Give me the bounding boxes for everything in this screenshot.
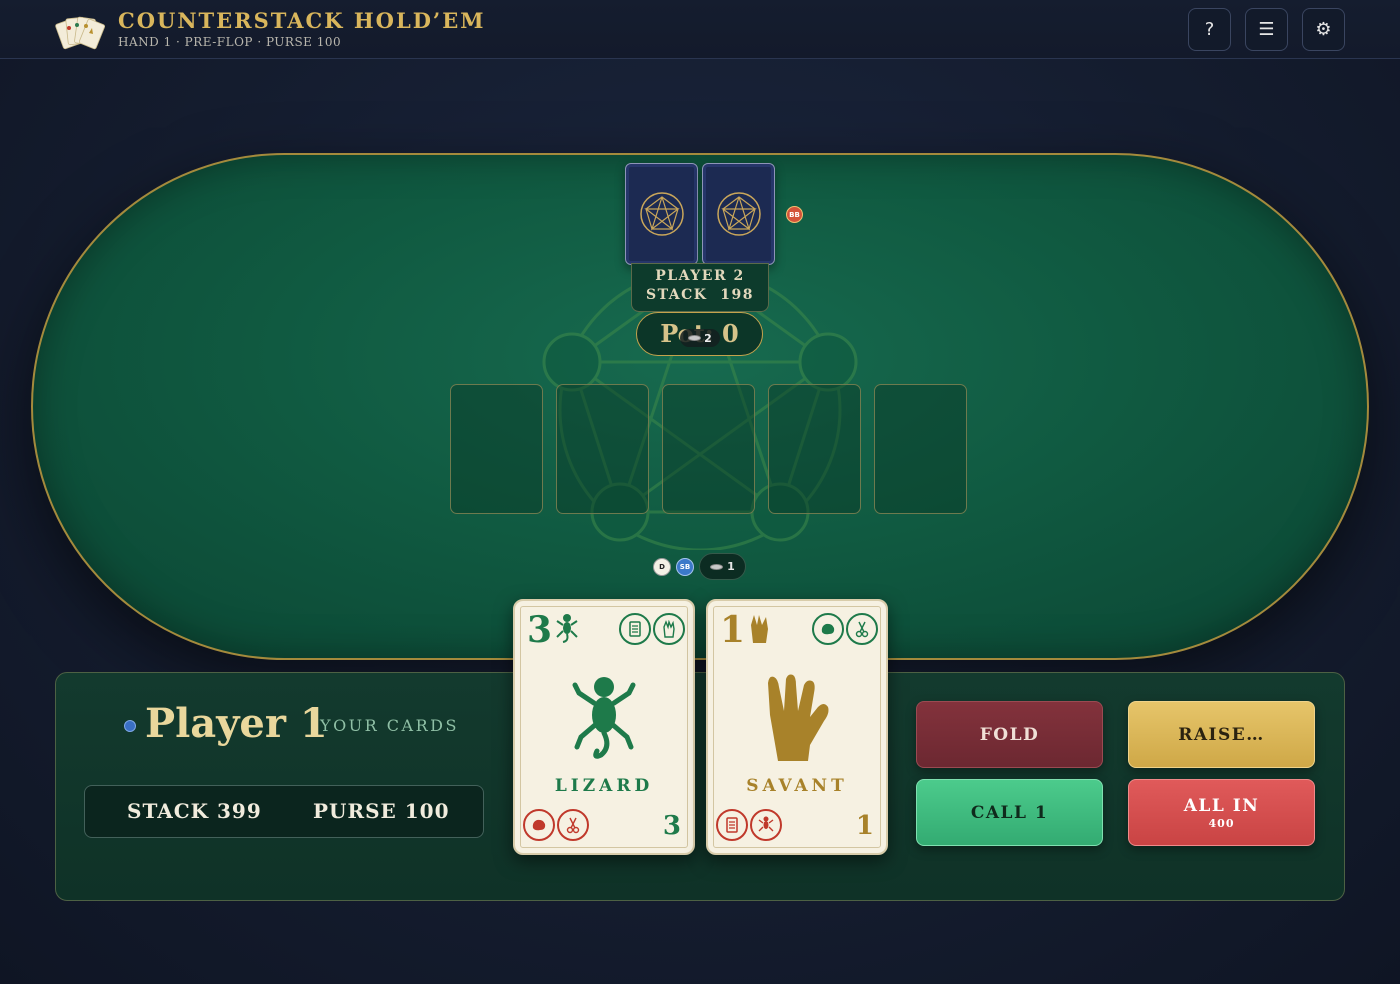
community-card-slot bbox=[874, 384, 967, 514]
call-label: CALL 1 bbox=[970, 802, 1049, 823]
raise-label: RAISE… bbox=[1178, 724, 1265, 745]
help-button[interactable]: ? bbox=[1188, 8, 1231, 51]
cards-fan-logo bbox=[55, 16, 105, 50]
raise-button[interactable]: RAISE… bbox=[1128, 701, 1315, 768]
call-button[interactable]: CALL 1 bbox=[916, 779, 1103, 846]
card-rank-bottom: 1 bbox=[855, 811, 874, 841]
settings-button[interactable]: ⚙ bbox=[1302, 8, 1345, 51]
opponent-card-back bbox=[702, 163, 775, 265]
scissors-icon bbox=[557, 809, 589, 841]
paper-icon bbox=[619, 613, 651, 645]
opponent-stack-value: 198 bbox=[720, 287, 754, 303]
hand-status: HAND 1 · PRE-FLOP · PURSE 100 bbox=[118, 35, 342, 49]
player-bet-amount: 1 bbox=[727, 560, 735, 573]
opponent-info: PLAYER 2 STACK 198 bbox=[631, 263, 769, 312]
active-player-indicator bbox=[124, 720, 136, 732]
card-rank-bottom: 3 bbox=[662, 811, 681, 841]
scissors-icon bbox=[846, 613, 878, 645]
all-in-button[interactable]: ALL IN 400 bbox=[1128, 779, 1315, 846]
lizard-art-icon bbox=[572, 677, 636, 759]
card-back-emblem-icon bbox=[639, 192, 684, 236]
top-bar: COUNTERSTACK HOLD’EM HAND 1 · PRE-FLOP ·… bbox=[0, 0, 1400, 59]
menu-button[interactable]: ☰ bbox=[1245, 8, 1288, 51]
player-purse: PURSE 100 bbox=[313, 799, 450, 823]
community-card-slot bbox=[450, 384, 543, 514]
opponent-stack: STACK 198 bbox=[632, 286, 768, 305]
player-stack-box: STACK 399 PURSE 100 bbox=[84, 785, 484, 838]
rock-icon bbox=[523, 809, 555, 841]
hole-card-lizard[interactable]: 3 LIZARD 3 bbox=[513, 599, 695, 855]
card-name: LIZARD bbox=[554, 776, 654, 796]
hole-card-savant[interactable]: 1 SAVANT 1 bbox=[706, 599, 888, 855]
small-blind-badge: SB bbox=[676, 558, 694, 576]
spock-hand-icon bbox=[751, 615, 768, 643]
dealer-badge: D bbox=[653, 558, 671, 576]
opponent-bet-amount: 2 bbox=[704, 331, 712, 345]
fold-label: FOLD bbox=[979, 724, 1040, 745]
big-blind-badge: BB bbox=[786, 206, 803, 223]
all-in-label: ALL IN bbox=[1183, 795, 1260, 816]
community-card-slot bbox=[768, 384, 861, 514]
chip-icon bbox=[710, 563, 724, 570]
chip-icon bbox=[688, 335, 702, 341]
player-bet-chip: 1 bbox=[699, 553, 746, 580]
card-back-emblem-icon bbox=[716, 192, 761, 236]
spock-icon bbox=[653, 613, 685, 645]
opponent-stack-label: STACK bbox=[646, 287, 708, 303]
community-card-slot bbox=[662, 384, 755, 514]
player-stack: STACK 399 bbox=[127, 799, 262, 823]
lizard-icon bbox=[750, 809, 782, 841]
rock-icon bbox=[812, 613, 844, 645]
opponent-card-back bbox=[625, 163, 698, 265]
all-in-amount: 400 bbox=[1208, 816, 1235, 830]
your-cards-label: YOUR CARDS bbox=[320, 716, 459, 735]
app-title: COUNTERSTACK HOLD’EM bbox=[118, 8, 486, 33]
lizard-icon bbox=[556, 614, 578, 643]
community-card-slot bbox=[556, 384, 649, 514]
opponent-name: PLAYER 2 bbox=[655, 268, 745, 284]
paper-icon bbox=[716, 809, 748, 841]
opponent-bet-chip: 2 bbox=[680, 329, 720, 347]
card-name: SAVANT bbox=[746, 776, 848, 796]
card-rank: 3 bbox=[527, 609, 553, 651]
savant-hand-art-icon bbox=[768, 674, 829, 761]
card-rank: 1 bbox=[720, 609, 746, 651]
player-name: Player 1 bbox=[145, 700, 328, 747]
fold-button[interactable]: FOLD bbox=[916, 701, 1103, 768]
